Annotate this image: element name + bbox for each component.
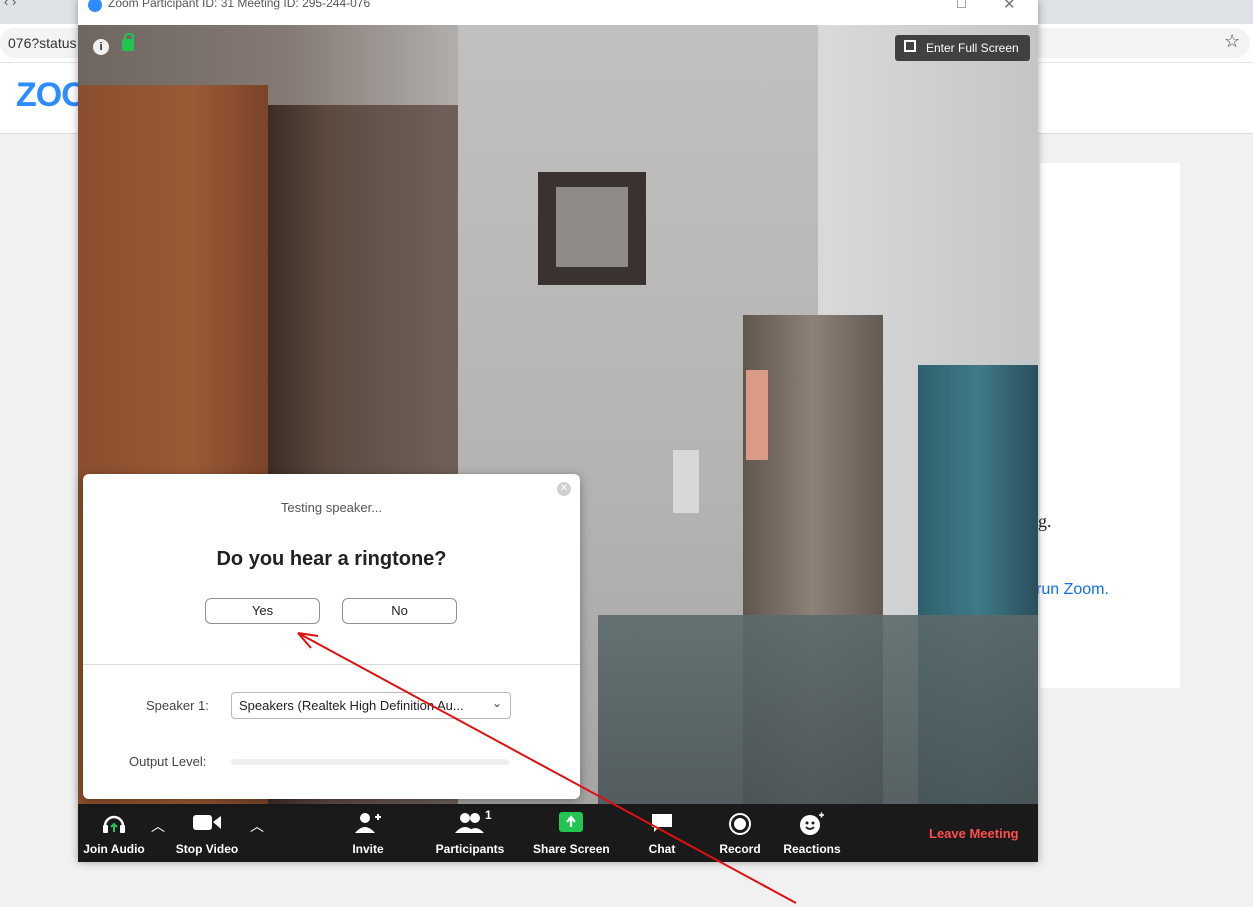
zoom-logo[interactable]: ZOO [16, 76, 88, 115]
maximize-icon[interactable]: ☐ [956, 0, 967, 11]
window-title-bar: Zoom Participant ID: 31 Meeting ID: 295-… [78, 0, 1038, 25]
content-card [1040, 163, 1180, 688]
dialog-divider [83, 664, 580, 665]
chat-bubble-icon [652, 814, 672, 832]
speaker-label: Speaker 1: [146, 698, 209, 713]
join-audio-button[interactable]: Join Audio [78, 804, 150, 862]
share-screen-label: Share Screen [533, 842, 610, 856]
leave-meeting-button[interactable]: Leave Meeting [929, 826, 1019, 841]
speaker-test-dialog: ✕ Testing speaker... Do you hear a ringt… [83, 474, 580, 799]
audio-options-caret-icon[interactable]: ︿ [151, 816, 165, 836]
testing-status-text: Testing speaker... [280, 500, 383, 515]
no-button[interactable]: No [342, 598, 457, 624]
meeting-toolbar: Join Audio ︿ Stop Video ︿ Invite 1 Parti… [78, 804, 1038, 862]
participants-count-badge: 1 [485, 808, 492, 822]
door-window-shape [746, 370, 768, 460]
light-switch-shape [673, 450, 699, 513]
video-options-caret-icon[interactable]: ︿ [250, 816, 264, 836]
chevron-down-icon: ⌄ [491, 696, 502, 710]
fullscreen-icon [904, 40, 916, 52]
share-screen-icon [559, 812, 583, 832]
record-button[interactable]: Record [716, 804, 764, 862]
participants-button[interactable]: 1 Participants [430, 804, 510, 862]
video-camera-icon [193, 815, 221, 830]
speaker-select-value: Speakers (Realtek High Definition Au... [239, 698, 464, 713]
headphones-icon [103, 815, 125, 833]
zoom-app-icon [88, 0, 102, 12]
lock-icon[interactable] [122, 33, 134, 51]
yes-button[interactable]: Yes [205, 598, 320, 624]
wall-frame-inner-shape [556, 187, 628, 267]
reactions-button[interactable]: Reactions [782, 804, 842, 862]
window-title: Zoom Participant ID: 31 Meeting ID: 295-… [108, 0, 371, 10]
close-icon[interactable]: ✕ [1003, 0, 1016, 13]
invite-label: Invite [352, 842, 384, 856]
participants-icon [455, 813, 484, 833]
output-level-bar [231, 759, 509, 765]
output-level-label: Output Level: [129, 754, 207, 769]
bookmark-star-icon[interactable]: ☆ [1224, 31, 1240, 52]
info-icon[interactable]: i [93, 39, 109, 55]
couch-shape [598, 615, 1038, 804]
invite-button[interactable]: Invite [343, 804, 393, 862]
enter-full-screen-label: Enter Full Screen [926, 41, 1019, 55]
reactions-icon [800, 812, 824, 835]
reactions-label: Reactions [783, 842, 841, 856]
record-label: Record [719, 842, 761, 856]
run-zoom-link[interactable]: run Zoom. [1036, 581, 1109, 599]
chat-label: Chat [648, 842, 676, 856]
chat-button[interactable]: Chat [644, 804, 680, 862]
share-screen-button[interactable]: Share Screen [533, 804, 610, 862]
join-audio-label: Join Audio [83, 842, 145, 856]
dialog-close-icon[interactable]: ✕ [557, 482, 571, 496]
card-text: g. [1038, 511, 1052, 531]
ringtone-question: Do you hear a ringtone? [216, 548, 447, 570]
record-icon [729, 813, 751, 835]
stop-video-button[interactable]: Stop Video [170, 804, 244, 862]
stop-video-label: Stop Video [175, 842, 239, 856]
enter-full-screen-button[interactable]: Enter Full Screen [895, 35, 1030, 61]
browser-nav-arrows-icon[interactable]: ‹ › [4, 0, 16, 9]
add-user-icon [355, 813, 381, 833]
participants-label: Participants [435, 842, 505, 856]
speaker-select[interactable]: Speakers (Realtek High Definition Au... … [231, 692, 511, 719]
address-text[interactable]: 076?status [8, 35, 77, 51]
